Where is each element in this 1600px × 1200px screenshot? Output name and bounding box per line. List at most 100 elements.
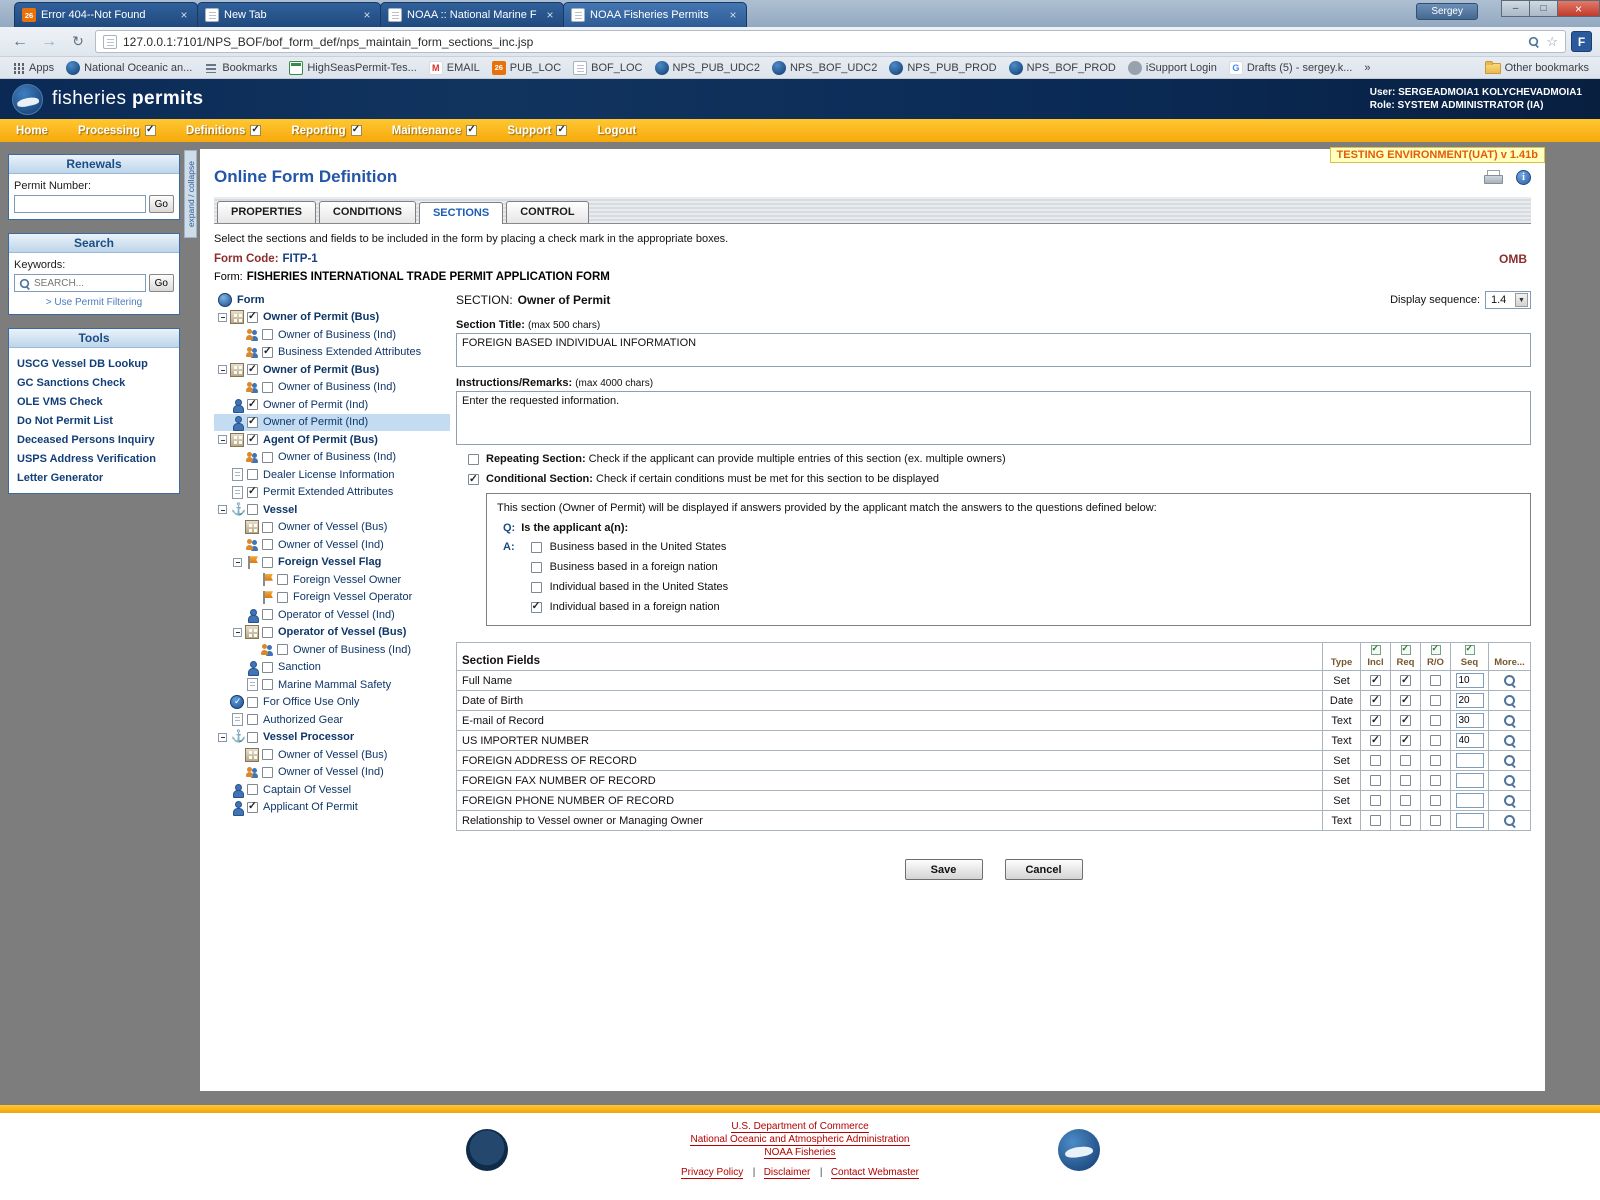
bookmark-item[interactable]: NPS_BOF_UDC2 [767, 59, 882, 77]
ro-checkbox[interactable] [1430, 735, 1441, 746]
tree-item[interactable]: Dealer License Information [214, 466, 450, 484]
tree-item-label[interactable]: Vessel [261, 504, 299, 516]
tree-expander-icon[interactable] [233, 628, 242, 637]
tree-item-label[interactable]: Owner of Permit (Ind) [261, 416, 370, 428]
form-def-tab[interactable]: CONTROL [506, 201, 588, 223]
tree-item-label[interactable]: For Office Use Only [261, 696, 361, 708]
tree-item[interactable]: Operator of Vessel (Ind) [214, 606, 450, 624]
field-details-icon[interactable] [1503, 794, 1516, 807]
tree-item-checkbox[interactable] [262, 627, 273, 638]
ro-checkbox[interactable] [1430, 715, 1441, 726]
tree-item[interactable]: Owner of Permit (Ind) [214, 414, 450, 432]
tree-item-label[interactable]: Owner of Vessel (Ind) [276, 766, 386, 778]
repeating-section-checkbox[interactable] [468, 454, 479, 465]
req-checkbox[interactable] [1400, 755, 1411, 766]
tree-item[interactable]: Owner of Permit (Bus) [214, 361, 450, 379]
tree-item[interactable]: Permit Extended Attributes [214, 484, 450, 502]
answer-checkbox[interactable] [531, 542, 542, 553]
info-icon[interactable] [1516, 170, 1531, 185]
tree-item-label[interactable]: Owner of Permit (Ind) [261, 399, 370, 411]
close-button[interactable] [1557, 0, 1600, 17]
bookmark-item[interactable]: PUB_LOC [487, 59, 566, 77]
req-checkbox[interactable] [1400, 815, 1411, 826]
tree-item-checkbox[interactable] [277, 574, 288, 585]
tree-item-checkbox[interactable] [262, 452, 273, 463]
incl-checkbox[interactable] [1370, 755, 1381, 766]
address-bar[interactable]: 127.0.0.1:7101/NPS_BOF/bof_form_def/nps_… [95, 30, 1566, 53]
tree-item-checkbox[interactable] [262, 329, 273, 340]
footer-link[interactable]: Contact Webmaster [831, 1168, 919, 1179]
bookmark-item[interactable]: EMAIL [424, 59, 485, 77]
browser-tab[interactable]: New Tab [197, 2, 381, 27]
tree-item-checkbox[interactable] [262, 749, 273, 760]
tree-item[interactable]: Owner of Vessel (Bus) [214, 746, 450, 764]
ro-checkbox[interactable] [1430, 795, 1441, 806]
search-go-button[interactable]: Go [149, 274, 174, 292]
tree-item-label[interactable]: Operator of Vessel (Ind) [276, 609, 397, 621]
incl-checkbox[interactable] [1370, 675, 1381, 686]
tree-item-checkbox[interactable] [247, 784, 258, 795]
tree-item-checkbox[interactable] [247, 434, 258, 445]
tree-item-label[interactable]: Owner of Permit (Bus) [261, 311, 381, 323]
tree-item[interactable]: Authorized Gear [214, 711, 450, 729]
tree-expander-icon[interactable] [218, 365, 227, 374]
tree-item[interactable]: Owner of Business (Ind) [214, 641, 450, 659]
form-def-tab[interactable]: CONDITIONS [319, 201, 416, 223]
tree-item-label[interactable]: Agent Of Permit (Bus) [261, 434, 380, 446]
tree-item-checkbox[interactable] [247, 417, 258, 428]
form-def-tab[interactable]: SECTIONS [419, 202, 503, 224]
req-checkbox[interactable] [1400, 775, 1411, 786]
bookmark-item[interactable]: Drafts (5) - sergey.k... [1224, 59, 1358, 77]
tree-item[interactable]: Foreign Vessel Flag [214, 554, 450, 572]
save-button[interactable]: Save [905, 859, 983, 880]
tree-item-label[interactable]: Foreign Vessel Owner [291, 574, 403, 586]
tab-close-icon[interactable] [727, 9, 739, 21]
extension-icon[interactable] [1571, 31, 1592, 52]
tree-item[interactable]: Marine Mammal Safety [214, 676, 450, 694]
incl-checkbox[interactable] [1370, 695, 1381, 706]
reload-button[interactable] [66, 30, 90, 54]
tree-item-label[interactable]: Foreign Vessel Operator [291, 591, 414, 603]
tree-item-checkbox[interactable] [247, 732, 258, 743]
ro-checkbox[interactable] [1430, 815, 1441, 826]
bookmark-item[interactable]: iSupport Login [1123, 59, 1222, 77]
tree-item-label[interactable]: Owner of Business (Ind) [276, 381, 398, 393]
tree-item-checkbox[interactable] [247, 469, 258, 480]
footer-link[interactable]: Privacy Policy [681, 1168, 743, 1179]
req-checkbox[interactable] [1400, 715, 1411, 726]
tree-root[interactable]: Form [214, 291, 450, 309]
nav-menu-item[interactable]: Processing [78, 125, 156, 137]
tree-item-label[interactable]: Marine Mammal Safety [276, 679, 393, 691]
tree-item-label[interactable]: Operator of Vessel (Bus) [276, 626, 408, 638]
bookmark-item[interactable]: Bookmarks [199, 59, 282, 77]
bookmark-item[interactable]: NPS_PUB_PROD [884, 59, 1001, 77]
browser-profile-button[interactable]: Sergey [1416, 3, 1478, 20]
tree-item[interactable]: Captain Of Vessel [214, 781, 450, 799]
seq-input[interactable] [1456, 673, 1484, 688]
print-icon[interactable] [1484, 170, 1502, 185]
tool-link[interactable]: GC Sanctions Check [14, 373, 174, 392]
nav-menu-item[interactable]: Home [16, 125, 48, 137]
tree-item-checkbox[interactable] [262, 557, 273, 568]
expand-collapse-strip[interactable]: expand / collapse [184, 150, 197, 238]
maximize-button[interactable] [1529, 0, 1558, 17]
tree-item-checkbox[interactable] [247, 364, 258, 375]
tree-item[interactable]: Owner of Vessel (Bus) [214, 519, 450, 537]
tree-item-checkbox[interactable] [262, 609, 273, 620]
tool-link[interactable]: Do Not Permit List [14, 411, 174, 430]
seq-input[interactable] [1456, 713, 1484, 728]
browser-tab[interactable]: Error 404--Not Found [14, 2, 198, 27]
tree-item[interactable]: Vessel [214, 501, 450, 519]
tree-item[interactable]: Owner of Business (Ind) [214, 379, 450, 397]
nav-menu-item[interactable]: Support [507, 125, 567, 137]
field-details-icon[interactable] [1503, 674, 1516, 687]
tree-item[interactable]: Operator of Vessel (Bus) [214, 624, 450, 642]
tree-item-checkbox[interactable] [247, 312, 258, 323]
tree-item[interactable]: Owner of Permit (Bus) [214, 309, 450, 327]
bookmark-item[interactable]: » [1359, 59, 1375, 77]
tree-item-checkbox[interactable] [262, 662, 273, 673]
tool-link[interactable]: Letter Generator [14, 468, 174, 487]
tool-link[interactable]: USCG Vessel DB Lookup [14, 354, 174, 373]
tree-item[interactable]: Owner of Vessel (Ind) [214, 536, 450, 554]
nav-menu-item[interactable]: Logout [597, 125, 636, 137]
